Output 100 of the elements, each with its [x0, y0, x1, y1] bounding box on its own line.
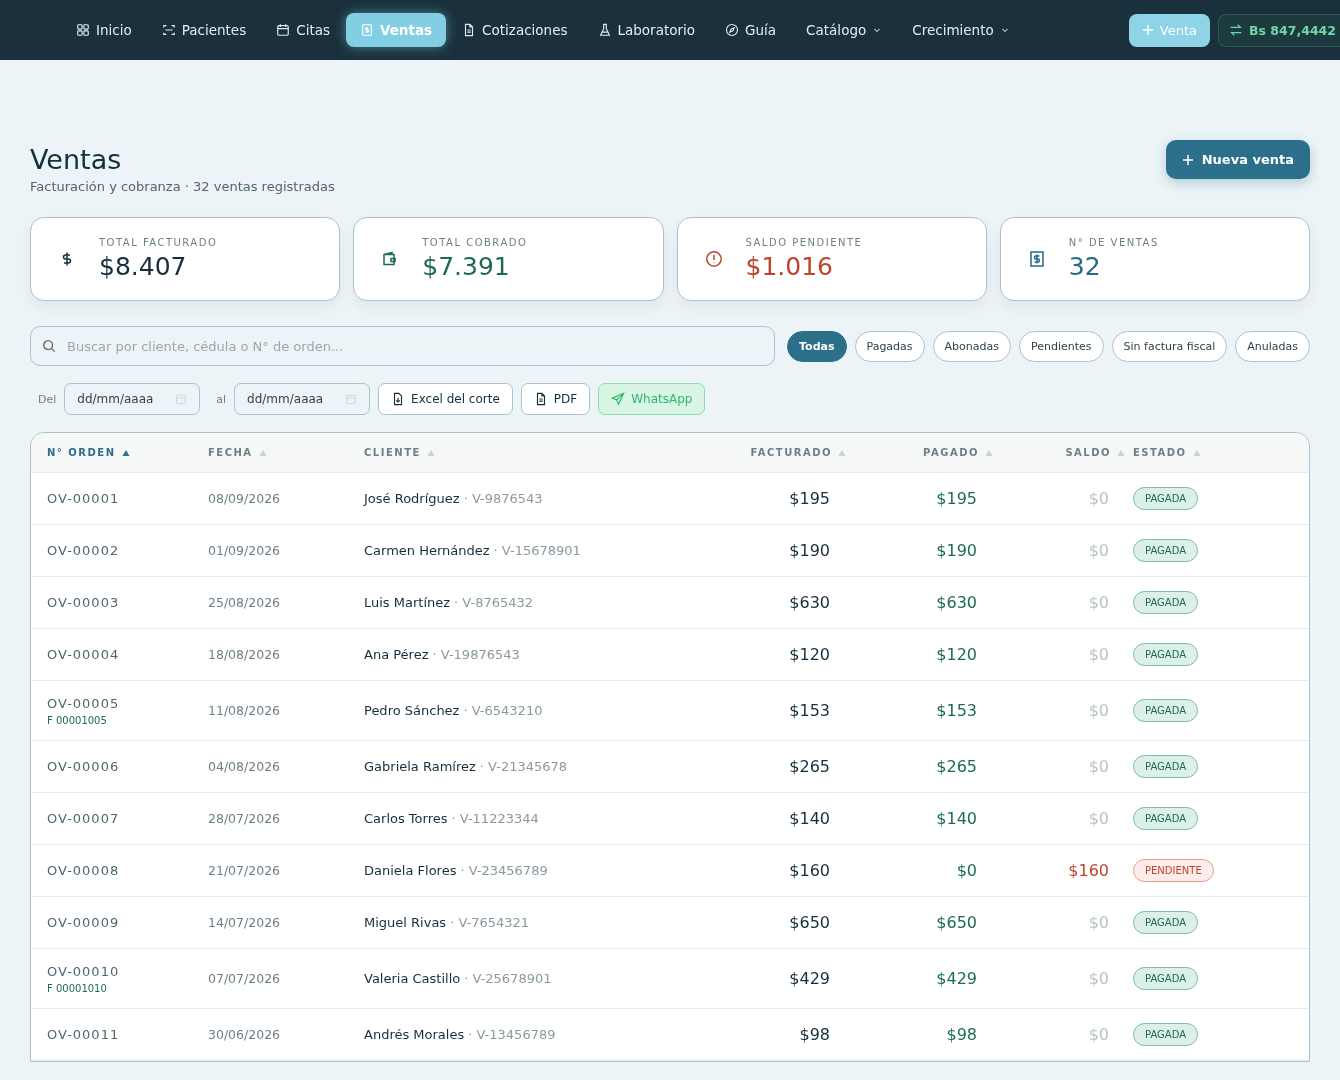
- order-number: OV-00003: [47, 595, 121, 610]
- paid-amount: $650: [936, 913, 977, 932]
- date-from-label: Del: [37, 392, 57, 406]
- nav-tab[interactable]: Cotizaciones: [448, 13, 582, 47]
- column-header[interactable]: SALDO: [1001, 447, 1133, 458]
- scan-icon: [161, 23, 176, 37]
- sort-arrow-icon: [838, 448, 846, 457]
- paid-amount: $98: [946, 1025, 977, 1044]
- swap-arrows-icon: [1229, 23, 1244, 37]
- column-header[interactable]: CLIENTE: [364, 447, 604, 458]
- invoice-number: F 00001005: [47, 714, 108, 726]
- date-cell-text: 28/07/2026: [208, 811, 282, 826]
- client-id: · V-23456789: [460, 863, 548, 878]
- grid-icon: [76, 23, 90, 37]
- sort-arrow-icon: [121, 448, 130, 457]
- date-cell-text: 11/08/2026: [208, 703, 282, 718]
- stat-label: TOTAL FACTURADO: [99, 237, 218, 248]
- nav-tab[interactable]: Laboratorio: [583, 13, 710, 47]
- filter-chip[interactable]: Todas: [787, 330, 847, 362]
- invoice-number: F 00001010: [47, 982, 108, 994]
- paid-amount: $0: [956, 861, 977, 880]
- date-cell-text: 04/08/2026: [208, 759, 282, 774]
- paid-amount: $140: [936, 809, 977, 828]
- date-from-field[interactable]: dd/mm/aaaa: [64, 383, 201, 415]
- filter-chip[interactable]: Abonadas: [932, 330, 1011, 362]
- column-header[interactable]: PAGADO: [854, 447, 1001, 458]
- paid-amount: $120: [936, 645, 977, 664]
- stat-label: N° DE VENTAS: [1068, 237, 1159, 248]
- client-id: · V-9876543: [463, 491, 543, 506]
- page-subtitle: Facturación y cobranza · 32 ventas registradas: [30, 179, 335, 194]
- nav-tab[interactable]: Pacientes: [147, 13, 261, 47]
- filter-chip[interactable]: Sin factura fiscal: [1111, 330, 1228, 362]
- filter-chip[interactable]: Pagadas: [854, 330, 925, 362]
- export-button[interactable]: PDF: [520, 383, 591, 415]
- order-number: OV-00006: [47, 759, 121, 774]
- nav-tab[interactable]: Guía: [711, 13, 791, 47]
- balance-amount: $0: [1088, 701, 1109, 720]
- filter-chip[interactable]: Anuladas: [1235, 330, 1310, 362]
- balance-amount: $0: [1088, 757, 1109, 776]
- compass-icon: [725, 23, 740, 37]
- sort-arrow-icon: [1192, 448, 1201, 457]
- billed-amount: $195: [789, 489, 830, 508]
- client-name: Ana Pérez: [364, 647, 429, 662]
- column-header[interactable]: ESTADO: [1133, 447, 1293, 458]
- order-number: OV-00009: [47, 915, 121, 930]
- balance-amount: $0: [1088, 809, 1109, 828]
- billed-amount: $265: [789, 757, 830, 776]
- paid-amount: $153: [936, 701, 977, 720]
- client-name: José Rodríguez: [364, 491, 460, 506]
- status-badge: PAGADA: [1133, 591, 1198, 614]
- client-id: · V-6543210: [463, 703, 543, 718]
- stat-value: 32: [1068, 252, 1102, 281]
- nav-tab[interactable]: Citas: [262, 13, 344, 47]
- billed-amount: $160: [789, 861, 830, 880]
- column-header[interactable]: FACTURADO: [604, 447, 854, 458]
- plus-icon: [1141, 24, 1154, 36]
- exchange-rate-button[interactable]: Bs 847,4442: [1218, 13, 1340, 47]
- filter-chip[interactable]: Pendientes: [1018, 330, 1104, 362]
- alert-icon: [703, 249, 724, 269]
- nav-tab[interactable]: Catálogo: [792, 13, 897, 47]
- client-name: Miguel Rivas: [364, 915, 447, 930]
- date-cell-text: 08/09/2026: [208, 491, 282, 506]
- new-sale-button[interactable]: Nueva venta: [1165, 140, 1310, 179]
- date-to-field[interactable]: dd/mm/aaaa: [234, 383, 371, 415]
- status-badge: PAGADA: [1133, 643, 1198, 666]
- status-badge: PAGADA: [1133, 807, 1198, 830]
- client-name: Gabriela Ramírez: [364, 759, 476, 774]
- billed-amount: $190: [789, 541, 830, 560]
- column-header[interactable]: FECHA: [208, 447, 364, 458]
- receipt-icon: [360, 23, 374, 37]
- sort-arrow-icon: [1117, 448, 1125, 457]
- status-badge: PAGADA: [1133, 1023, 1198, 1046]
- balance-amount: $0: [1088, 969, 1109, 988]
- date-cell-text: 18/08/2026: [208, 647, 282, 662]
- status-badge: PENDIENTE: [1133, 859, 1214, 882]
- order-number: OV-00008: [47, 863, 121, 878]
- date-cell-text: 07/07/2026: [208, 971, 282, 986]
- billed-amount: $140: [789, 809, 830, 828]
- billed-amount: $120: [789, 645, 830, 664]
- client-name: Daniela Flores: [364, 863, 457, 878]
- order-number: OV-00004: [47, 647, 121, 662]
- stat-value: $1.016: [745, 252, 834, 281]
- nav-tab[interactable]: Crecimiento: [898, 13, 1024, 47]
- column-header[interactable]: N° ORDEN: [47, 447, 208, 458]
- client-id: · V-19876543: [432, 647, 520, 662]
- balance-amount: $0: [1088, 541, 1109, 560]
- nav-tab[interactable]: Inicio: [62, 13, 146, 47]
- client-name: Andrés Morales: [364, 1027, 465, 1042]
- sort-arrow-icon: [258, 448, 267, 457]
- client-id: · V-15678901: [493, 543, 581, 558]
- flask-icon: [597, 23, 612, 37]
- client-name: Carlos Torres: [364, 811, 448, 826]
- export-button[interactable]: Excel del corte: [378, 383, 513, 415]
- client-name: Pedro Sánchez: [364, 703, 460, 718]
- search-field[interactable]: Buscar por cliente, cédula o N° de orden...: [30, 326, 776, 366]
- stat-label: SALDO PENDIENTE: [745, 237, 863, 248]
- order-number: OV-00002: [47, 543, 121, 558]
- paid-amount: $190: [936, 541, 977, 560]
- calendar-icon: [276, 23, 291, 37]
- client-id: · V-21345678: [479, 759, 568, 774]
